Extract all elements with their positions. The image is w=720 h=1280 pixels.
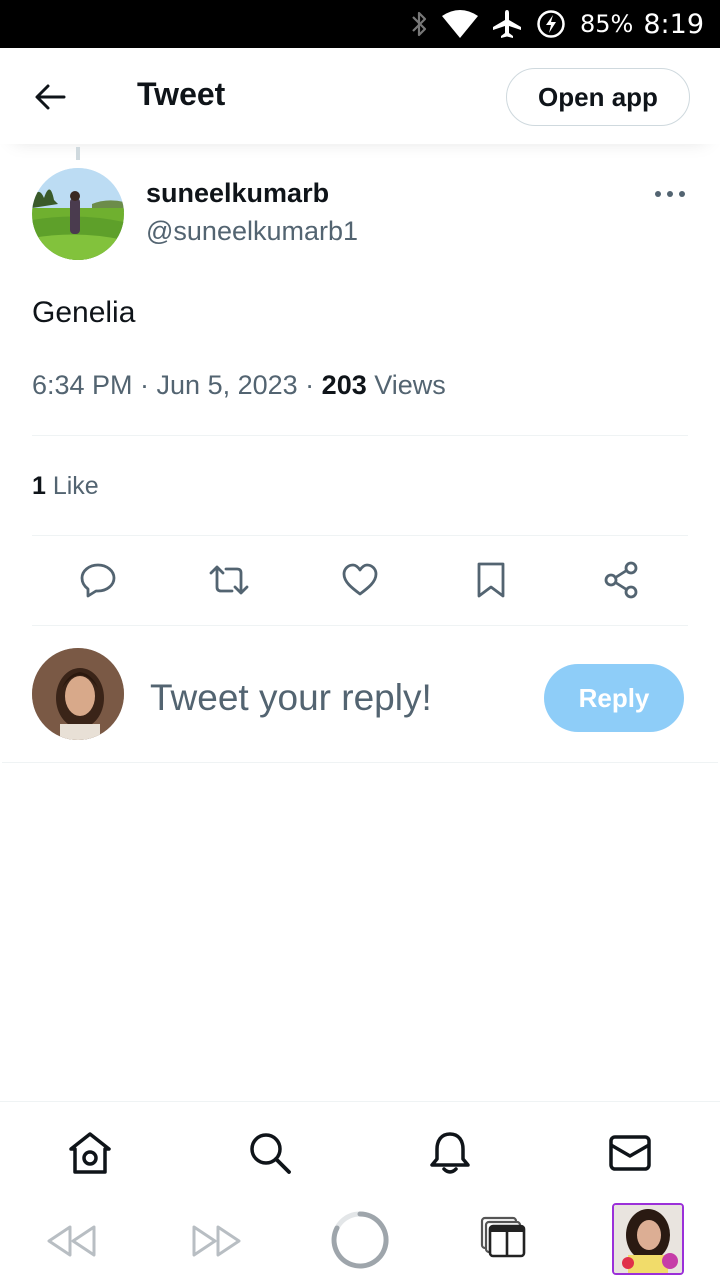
- retweet-action-button[interactable]: [205, 556, 253, 604]
- more-dots-icon: [655, 191, 685, 197]
- loading-spinner[interactable]: [330, 1210, 390, 1270]
- nav-messages-button[interactable]: [607, 1130, 653, 1176]
- tweet-actions-bar: [32, 556, 688, 604]
- more-options-button[interactable]: [648, 180, 692, 208]
- author-avatar[interactable]: [32, 168, 124, 260]
- back-button[interactable]: [30, 80, 70, 114]
- reply-action-button[interactable]: [74, 556, 122, 604]
- clock: 8:19: [643, 8, 704, 40]
- author-display-name[interactable]: suneelkumarb: [146, 178, 329, 209]
- likes-label: Like: [45, 472, 99, 500]
- tabs-icon: [480, 1216, 526, 1258]
- loading-spinner-icon: [331, 1211, 389, 1269]
- divider: [32, 535, 688, 536]
- fast-forward-icon: [192, 1225, 241, 1257]
- likes-stat[interactable]: 1 Like: [32, 472, 99, 501]
- reply-button[interactable]: Reply: [544, 664, 684, 732]
- meta-separator: ·: [297, 370, 322, 400]
- back-arrow-icon: [35, 84, 66, 110]
- views-count: 203: [321, 370, 367, 400]
- wifi-icon: [442, 10, 479, 38]
- notifications-icon: [430, 1132, 470, 1174]
- status-bar: 85% 8:19: [0, 0, 720, 48]
- views-label: Views: [366, 370, 446, 400]
- retweet-icon: [209, 565, 249, 595]
- tweet-text: Genelia: [32, 296, 136, 329]
- tweet-meta: 6:34 PM · Jun 5, 2023 · 203 Views: [32, 370, 446, 401]
- reply-icon: [80, 563, 116, 598]
- battery-percentage: 85%: [580, 10, 634, 38]
- search-icon: [250, 1133, 291, 1174]
- tweet-timestamp[interactable]: 6:34 PM · Jun 5, 2023: [32, 370, 298, 400]
- reply-input[interactable]: [150, 668, 520, 728]
- bookmark-action-button[interactable]: [467, 556, 515, 604]
- likes-count: 1: [32, 472, 46, 500]
- nav-notifications-button[interactable]: [427, 1130, 473, 1176]
- author-handle[interactable]: @suneelkumarb1: [146, 216, 358, 247]
- share-action-button[interactable]: [597, 556, 645, 604]
- divider: [2, 762, 718, 763]
- like-action-button[interactable]: [336, 556, 384, 604]
- bookmark-icon: [477, 562, 505, 598]
- divider: [32, 435, 688, 436]
- thread-connector-line: [76, 147, 80, 160]
- share-icon: [604, 561, 638, 599]
- browser-toolbar: [0, 1200, 720, 1280]
- tab-thumbnail-image: [614, 1205, 682, 1273]
- airplane-mode-icon: [492, 9, 522, 39]
- bluetooth-icon: [410, 10, 428, 38]
- divider: [32, 625, 688, 626]
- rewind-button[interactable]: [44, 1218, 98, 1264]
- like-heart-icon: [342, 563, 378, 596]
- tabs-button[interactable]: [478, 1214, 528, 1260]
- messages-icon: [609, 1135, 651, 1171]
- current-user-avatar[interactable]: [32, 648, 124, 740]
- page-title: Tweet: [137, 76, 226, 112]
- rewind-icon: [47, 1225, 96, 1257]
- bottom-navigation: [0, 1101, 720, 1201]
- fast-forward-button[interactable]: [190, 1218, 244, 1264]
- home-icon: [69, 1132, 111, 1174]
- nav-home-button[interactable]: [67, 1130, 113, 1176]
- battery-charging-icon: [536, 9, 566, 39]
- open-app-button[interactable]: Open app: [506, 68, 690, 126]
- top-app-bar: Tweet Open app: [0, 48, 720, 144]
- current-tab-thumbnail[interactable]: [612, 1203, 684, 1275]
- nav-search-button[interactable]: [247, 1130, 293, 1176]
